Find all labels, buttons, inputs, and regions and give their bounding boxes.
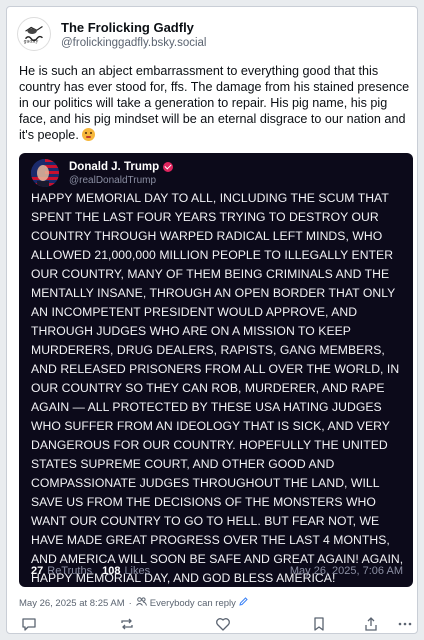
likes-count: 108 (102, 565, 121, 577)
reply-setting[interactable]: Everybody can reply (150, 598, 236, 609)
quoted-post-date: May 26, 2025, 7:06 AM (289, 565, 403, 577)
quoted-display-name-text: Donald J. Trump (69, 160, 160, 173)
author-handle[interactable]: @frolickinggadfly.bsky.social (61, 37, 206, 49)
quoted-post[interactable]: Donald J. Trump @realDonaldTrump HAPPY M… (19, 153, 413, 587)
quoted-post-text: HAPPY MEMORIAL DAY TO ALL, INCLUDING THE… (31, 191, 404, 585)
quoted-display-name[interactable]: Donald J. Trump (69, 160, 174, 173)
more-icon (398, 622, 412, 626)
svg-text:gadfly: gadfly (24, 38, 39, 44)
quoted-post-header: Donald J. Trump @realDonaldTrump (31, 159, 174, 187)
bookmark-icon (314, 617, 324, 631)
bookmark-button[interactable] (311, 615, 327, 633)
flag-portrait-icon (31, 159, 59, 187)
like-icon (216, 618, 230, 631)
like-button[interactable] (215, 615, 231, 633)
avatar[interactable]: gadfly (17, 17, 51, 51)
retruths-label: ReTruths (47, 565, 93, 577)
meta-separator: · (128, 597, 132, 609)
quoted-author-names: Donald J. Trump @realDonaldTrump (69, 160, 174, 186)
post-header: gadfly The Frolicking Gadfly @frolicking… (17, 17, 206, 51)
people-icon (135, 597, 147, 609)
pencil-icon[interactable] (239, 597, 248, 609)
post-meta: May 26, 2025 at 8:25 AM · Everybody can … (19, 597, 248, 609)
repost-icon (121, 618, 133, 630)
retruths-count: 27 (31, 565, 44, 577)
author-names: The Frolicking Gadfly @frolickinggadfly.… (61, 20, 206, 49)
post-card: gadfly The Frolicking Gadfly @frolicking… (6, 6, 418, 634)
quoted-post-footer: 27 ReTruths 108 Likes May 26, 2025, 7:06… (31, 565, 403, 577)
gadfly-logo-icon: gadfly (18, 18, 50, 50)
reply-icon (22, 618, 36, 631)
quoted-avatar (31, 159, 59, 187)
verified-badge-icon (163, 161, 174, 172)
reply-button[interactable] (21, 615, 37, 633)
post-actions (19, 615, 413, 633)
share-icon (365, 617, 377, 631)
author-display-name[interactable]: The Frolicking Gadfly (61, 20, 206, 35)
likes-label: Likes (124, 565, 151, 577)
more-button[interactable] (397, 615, 413, 633)
post-body: He is such an abject embarrassment to ev… (19, 64, 410, 142)
repost-button[interactable] (119, 615, 135, 633)
post-timestamp[interactable]: May 26, 2025 at 8:25 AM (19, 598, 125, 609)
share-button[interactable] (363, 615, 379, 633)
post-text: He is such an abject embarrassment to ev… (19, 63, 411, 143)
quoted-handle: @realDonaldTrump (69, 174, 157, 186)
grimacing-face-icon (82, 128, 96, 141)
